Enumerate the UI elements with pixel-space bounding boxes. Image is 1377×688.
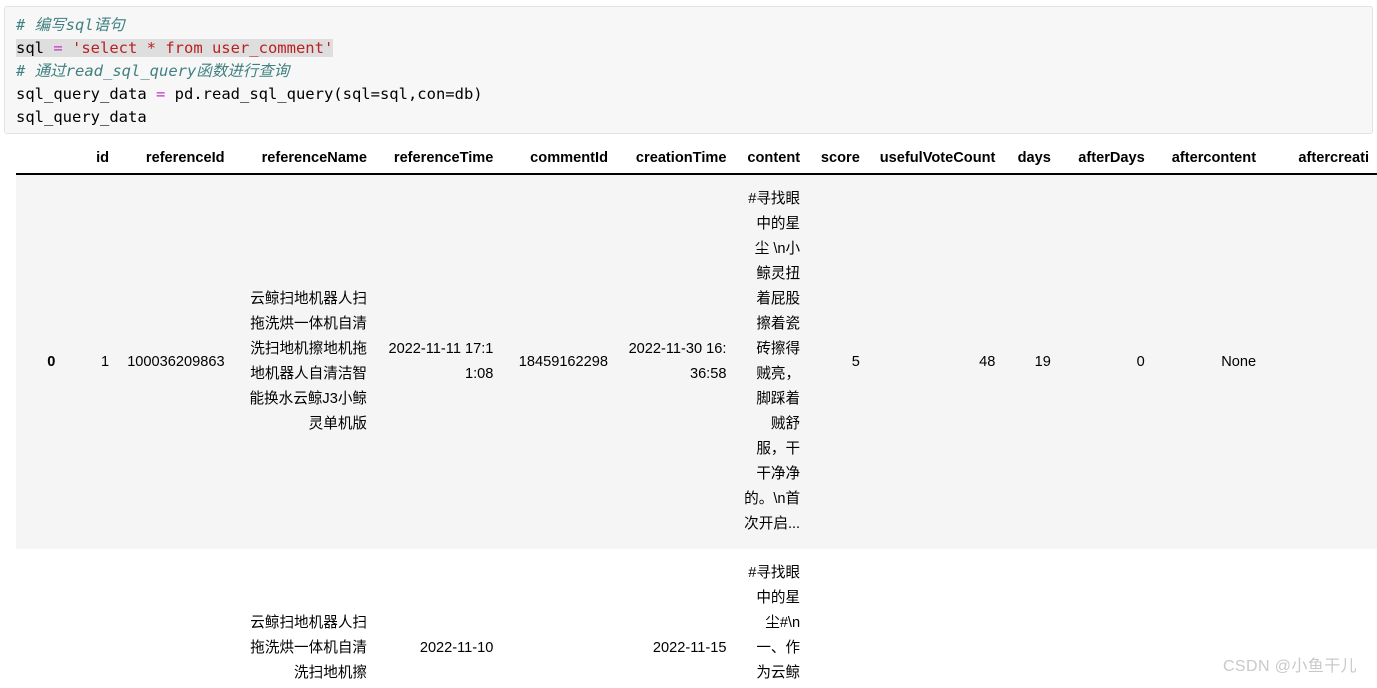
dataframe-table: id referenceId referenceName referenceTi…: [16, 150, 1377, 688]
table-body: 0 1 100036209863 云鲸扫地机器人扫拖洗烘一体机自清洗扫地机擦地机…: [16, 174, 1377, 688]
token-name: sql_query_data: [16, 85, 156, 103]
index-column-header: [16, 150, 68, 175]
cell-referenceName: 云鲸扫地机器人扫拖洗烘一体机自清洗扫地机擦地机拖地机器人自清洁智能换水云鲸J3小…: [249, 291, 368, 432]
cell-content: #寻找眼中的星尘#\n 一、作为云鲸老粉丝，且: [748, 565, 801, 681]
cell-creationTime: 2022-11-30 16:36:58: [628, 341, 727, 382]
cell-referenceId: [117, 549, 233, 688]
cell-score: [808, 549, 868, 688]
cell-days: 19: [1034, 353, 1051, 370]
code-line-text: sql = 'select * from user_comment': [16, 39, 334, 57]
table-head: id referenceId referenceName referenceTi…: [16, 150, 1377, 175]
code-line-text: sql_query_data = pd.read_sql_query(sql=s…: [16, 85, 483, 103]
cell-id: 1: [100, 353, 110, 370]
cell-afterDays: 0: [1136, 353, 1145, 370]
column-header-creationTime: creationTime: [616, 150, 735, 175]
code-cell[interactable]: # 编写sql语句 sql = 'select * from user_comme…: [4, 6, 1373, 134]
table-row: 云鲸扫地机器人扫拖洗烘一体机自清洗扫地机擦 2022-11-10 2022-11…: [16, 549, 1377, 688]
cell-score: 5: [851, 353, 860, 370]
token-name: pd.read_sql_query(sql=sql,con=db): [165, 85, 483, 103]
column-header-referenceName: referenceName: [232, 150, 376, 175]
token-op: =: [53, 39, 63, 57]
token-str: 'select * from user_comment': [62, 39, 334, 57]
code-line-text: # 通过read_sql_query函数进行查询: [16, 62, 289, 80]
code-line-2: sql = 'select * from user_comment': [16, 37, 483, 60]
token-name: sql: [16, 39, 54, 57]
cell-referenceName: 云鲸扫地机器人扫拖洗烘一体机自清洗扫地机擦: [250, 615, 368, 681]
cell-commentId: [501, 549, 616, 688]
column-header-id: id: [67, 150, 118, 175]
cell-afterDays: [1059, 549, 1153, 688]
column-header-score: score: [808, 150, 868, 175]
cell-referenceTime: 2022-11-11 17:11:08: [388, 341, 494, 382]
column-header-aftercontent: aftercontent: [1152, 150, 1265, 175]
column-header-days: days: [1003, 150, 1059, 175]
token-name: sql_query_data: [16, 108, 147, 126]
token-op: =: [155, 85, 166, 103]
table-row: 0 1 100036209863 云鲸扫地机器人扫拖洗烘一体机自清洗扫地机擦地机…: [16, 174, 1377, 549]
cell-id: [67, 549, 117, 688]
column-header-afterDays: afterDays: [1058, 150, 1153, 175]
token-comment: # 编写sql语句: [16, 16, 125, 34]
column-header-content: content: [734, 150, 809, 175]
column-header-aftercreationTime: aftercreati: [1264, 150, 1377, 175]
code-line-text: # 编写sql语句: [16, 16, 125, 34]
token-comment: # 通过read_sql_query函数进行查询: [16, 62, 290, 80]
cell-usefulVoteCount: 48: [979, 353, 996, 370]
cell-referenceId: 100036209863: [127, 353, 225, 370]
code-line-text: sql_query_data: [16, 108, 147, 126]
code-line-3: # 通过read_sql_query函数进行查询: [16, 60, 483, 83]
code-line-5: sql_query_data: [16, 106, 483, 129]
column-header-usefulVoteCount: usefulVoteCount: [867, 150, 1004, 175]
cell-commentId: 18459162298: [518, 353, 609, 370]
column-header-commentId: commentId: [501, 150, 617, 175]
cell-referenceTime: 2022-11-10: [419, 640, 494, 656]
code-line-4: sql_query_data = pd.read_sql_query(sql=s…: [16, 83, 483, 106]
code-line-1: # 编写sql语句: [16, 14, 483, 37]
cell-content: #寻找眼中的星尘 \n小鲸灵扭着屁股擦着瓷砖擦得贼亮，脚踩着贼舒服，干干净净的。…: [744, 191, 801, 532]
code-editor-lines[interactable]: # 编写sql语句 sql = 'select * from user_comme…: [16, 14, 483, 129]
cell-creationTime: 2022-11-15: [652, 640, 727, 656]
row-index: 0: [47, 354, 56, 370]
column-header-referenceTime: referenceTime: [375, 150, 502, 175]
cell-aftercreationTime: [1264, 174, 1377, 549]
cell-days: [1003, 549, 1058, 688]
dataframe-output: id referenceId referenceName referenceTi…: [0, 150, 1377, 688]
cell-aftercontent: None: [1221, 353, 1257, 370]
row-index: [16, 549, 67, 688]
table-header-row: id referenceId referenceName referenceTi…: [16, 150, 1377, 175]
column-header-referenceId: referenceId: [117, 150, 233, 175]
cell-usefulVoteCount: [868, 549, 1004, 688]
csdn-watermark: CSDN @小鱼干儿: [1222, 658, 1357, 675]
